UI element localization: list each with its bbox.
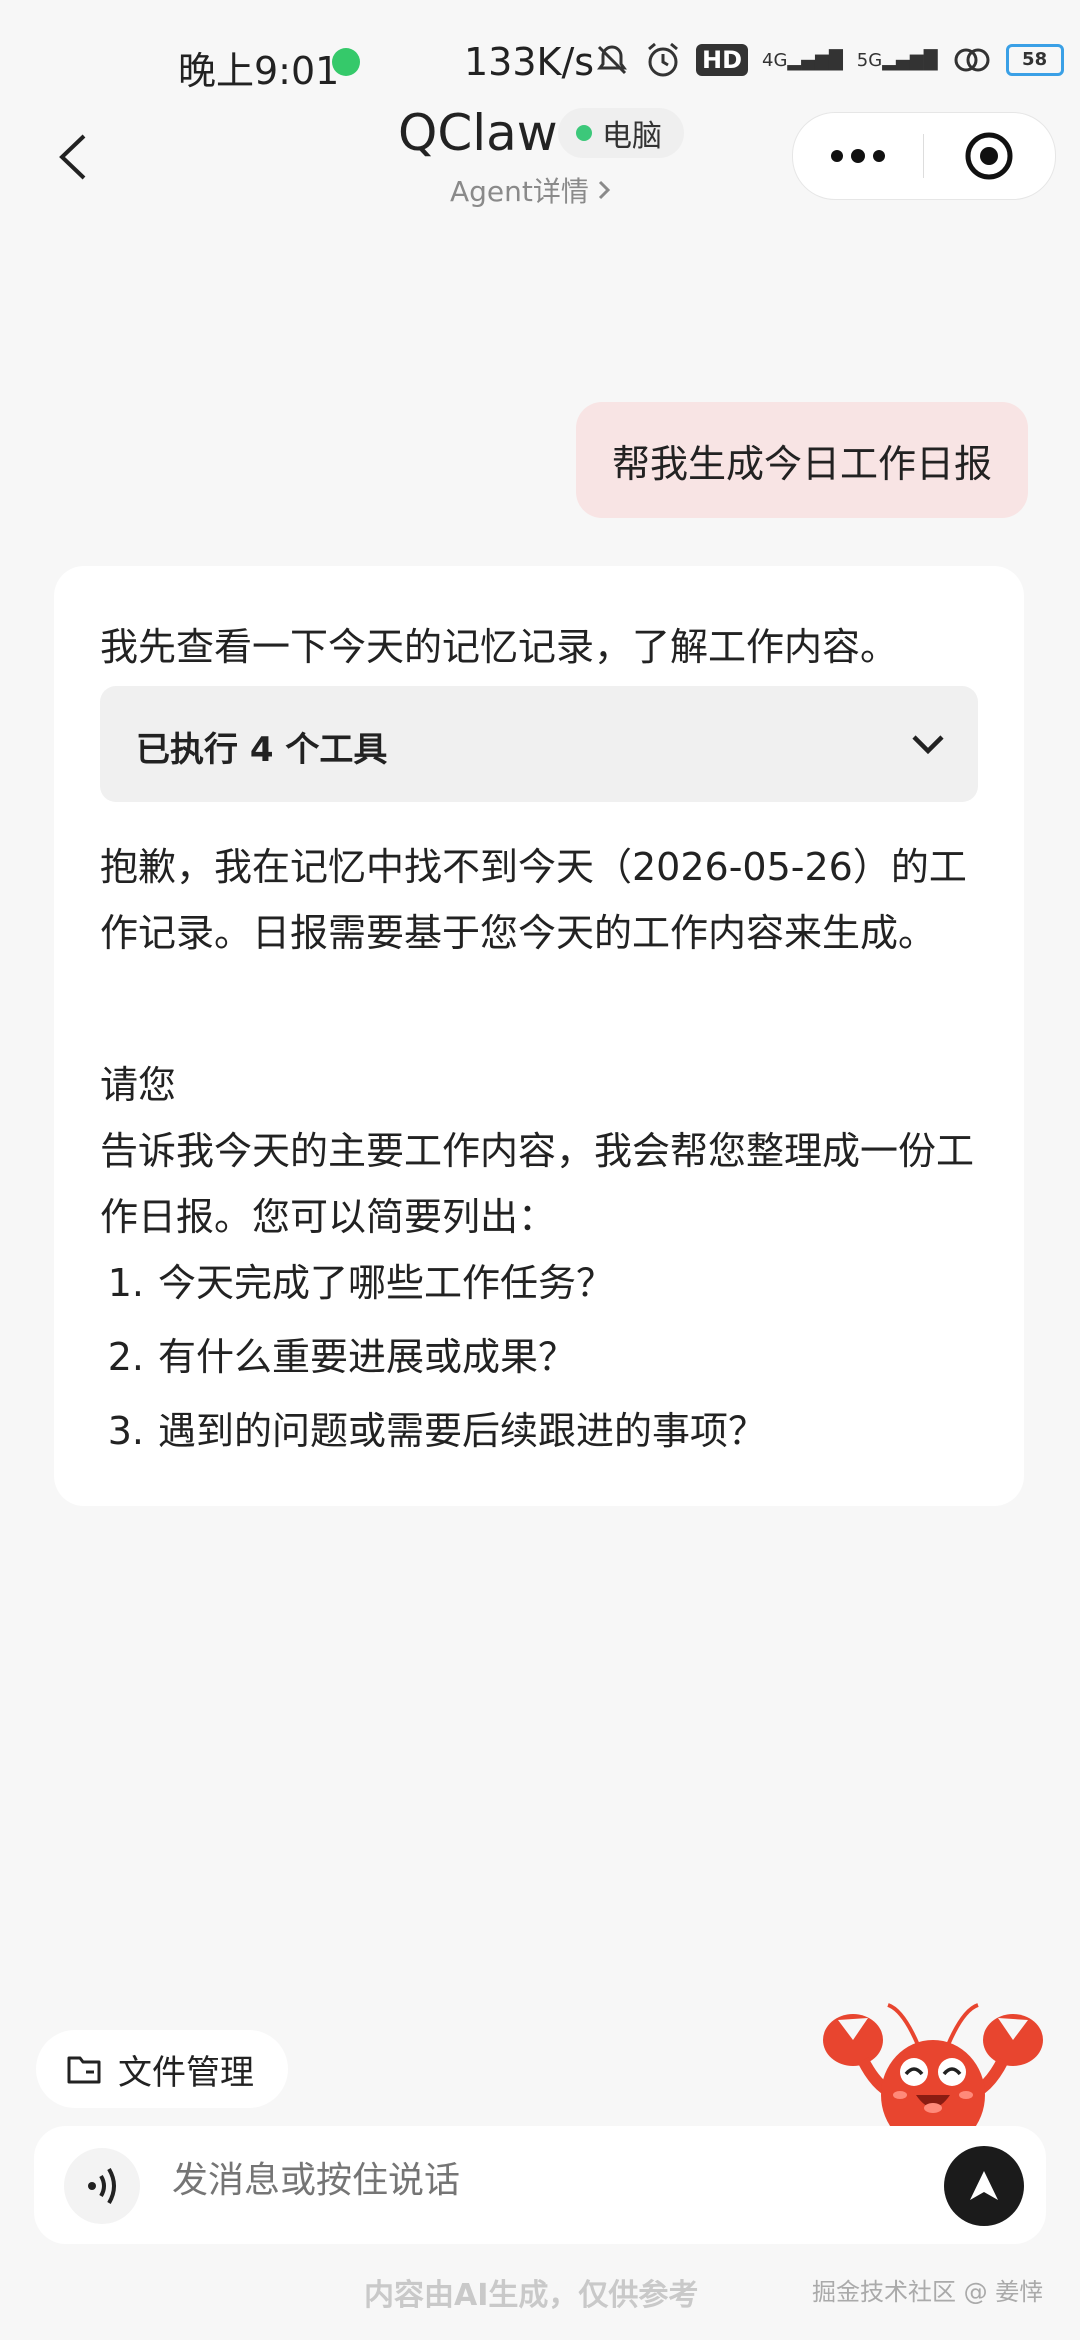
close-miniapp-button[interactable] — [924, 113, 1054, 199]
signal-5g-label: 5G — [856, 49, 883, 71]
ai-disclaimer: 内容由AI生成，仅供参考 — [364, 2278, 699, 2313]
signal-4g-label: 4G — [762, 49, 788, 71]
battery-level: 58 — [1022, 49, 1048, 70]
send-button[interactable] — [944, 2146, 1024, 2226]
chevron-left-icon — [59, 134, 86, 180]
voice-input-button[interactable] — [64, 2148, 140, 2224]
network-speed: 133K/s — [464, 40, 595, 84]
list-number: 3. — [107, 1409, 144, 1453]
target-close-icon — [965, 132, 1013, 180]
signal-4g-icon: 4G▂▄▆█ — [762, 49, 843, 71]
signal-5g-icon: 5G▂▄▆█ — [856, 49, 938, 71]
link-icon — [954, 48, 990, 72]
more-button[interactable] — [793, 113, 923, 199]
chevron-down-icon — [912, 735, 944, 755]
list-number: 2. — [107, 1335, 144, 1379]
device-label: 电脑 — [602, 119, 662, 154]
file-manager-button[interactable]: 文件管理 — [36, 2030, 288, 2108]
more-dot-icon — [851, 149, 865, 163]
voice-wave-icon — [88, 2167, 116, 2205]
agent-details-link[interactable]: Agent详情 — [450, 170, 611, 210]
tools-executed-label: 已执行 4 个工具 — [136, 730, 388, 770]
online-status-dot — [576, 125, 592, 141]
user-message-bubble: 帮我生成今日工作日报 — [575, 402, 1028, 518]
list-item: 2. 有什么重要进展或成果？ — [100, 1320, 766, 1394]
assistant-intro-text: 我先查看一下今天的记忆记录，了解工作内容。 — [100, 625, 899, 669]
message-input[interactable] — [172, 2160, 772, 2201]
device-badge: 电脑 — [558, 108, 684, 158]
mute-bell-icon — [597, 45, 627, 75]
folder-icon — [67, 2056, 101, 2084]
assistant-paragraph-2: 请您 告诉我今天的主要工作内容，我会帮您整理成一份工作日报。您可以简要列出： — [100, 1063, 975, 1239]
tools-executed-collapse[interactable]: 已执行 4 个工具 — [100, 686, 978, 802]
status-time: 晚上9:01 — [178, 49, 340, 93]
more-dot-icon — [873, 150, 885, 162]
battery-icon: 58 — [1005, 44, 1064, 76]
message-input-bar — [34, 2126, 1046, 2244]
chevron-right-icon — [598, 180, 611, 200]
list-item: 3. 遇到的问题或需要后续跟进的事项？ — [100, 1394, 766, 1468]
page-title: QClaw — [398, 104, 558, 162]
watermark: 掘金技术社区 @ 姜悻 — [812, 2278, 1044, 2306]
file-manager-label: 文件管理 — [118, 2052, 254, 2093]
hd-icon: HD — [696, 44, 749, 76]
more-dot-icon — [831, 150, 843, 162]
assistant-list: 1. 今天完成了哪些工作任务？ 2. 有什么重要进展或成果？ 3. 遇到的问题或需要后… — [100, 1246, 766, 1468]
list-text: 有什么重要进展或成果？ — [158, 1335, 577, 1379]
wechat-status-icon — [332, 48, 360, 76]
assistant-paragraph-1: 抱歉，我在记忆中找不到今天（2026-05-26）的工作记录。日报需要基于您今天… — [100, 845, 967, 955]
list-text: 遇到的问题或需要后续跟进的事项？ — [158, 1409, 767, 1453]
status-icons: HD 4G▂▄▆█ 5G▂▄▆█ 58 — [594, 38, 1080, 82]
alarm-icon — [648, 42, 678, 77]
back-button[interactable] — [50, 124, 98, 190]
list-text: 今天完成了哪些工作任务？ — [158, 1261, 615, 1305]
agent-details-label: Agent详情 — [450, 175, 589, 208]
list-number: 1. — [107, 1261, 144, 1305]
send-arrow-icon — [970, 2171, 998, 2200]
assistant-message-card: 我先查看一下今天的记忆记录，了解工作内容。 已执行 4 个工具 抱歉，我在记忆中… — [54, 566, 1024, 1506]
status-bar: 晚上9:01 133K/s HD 4G▂▄▆█ 5G▂▄▆█ 58 — [0, 0, 1080, 120]
miniapp-capsule — [792, 112, 1056, 200]
list-item: 1. 今天完成了哪些工作任务？ — [100, 1246, 766, 1320]
